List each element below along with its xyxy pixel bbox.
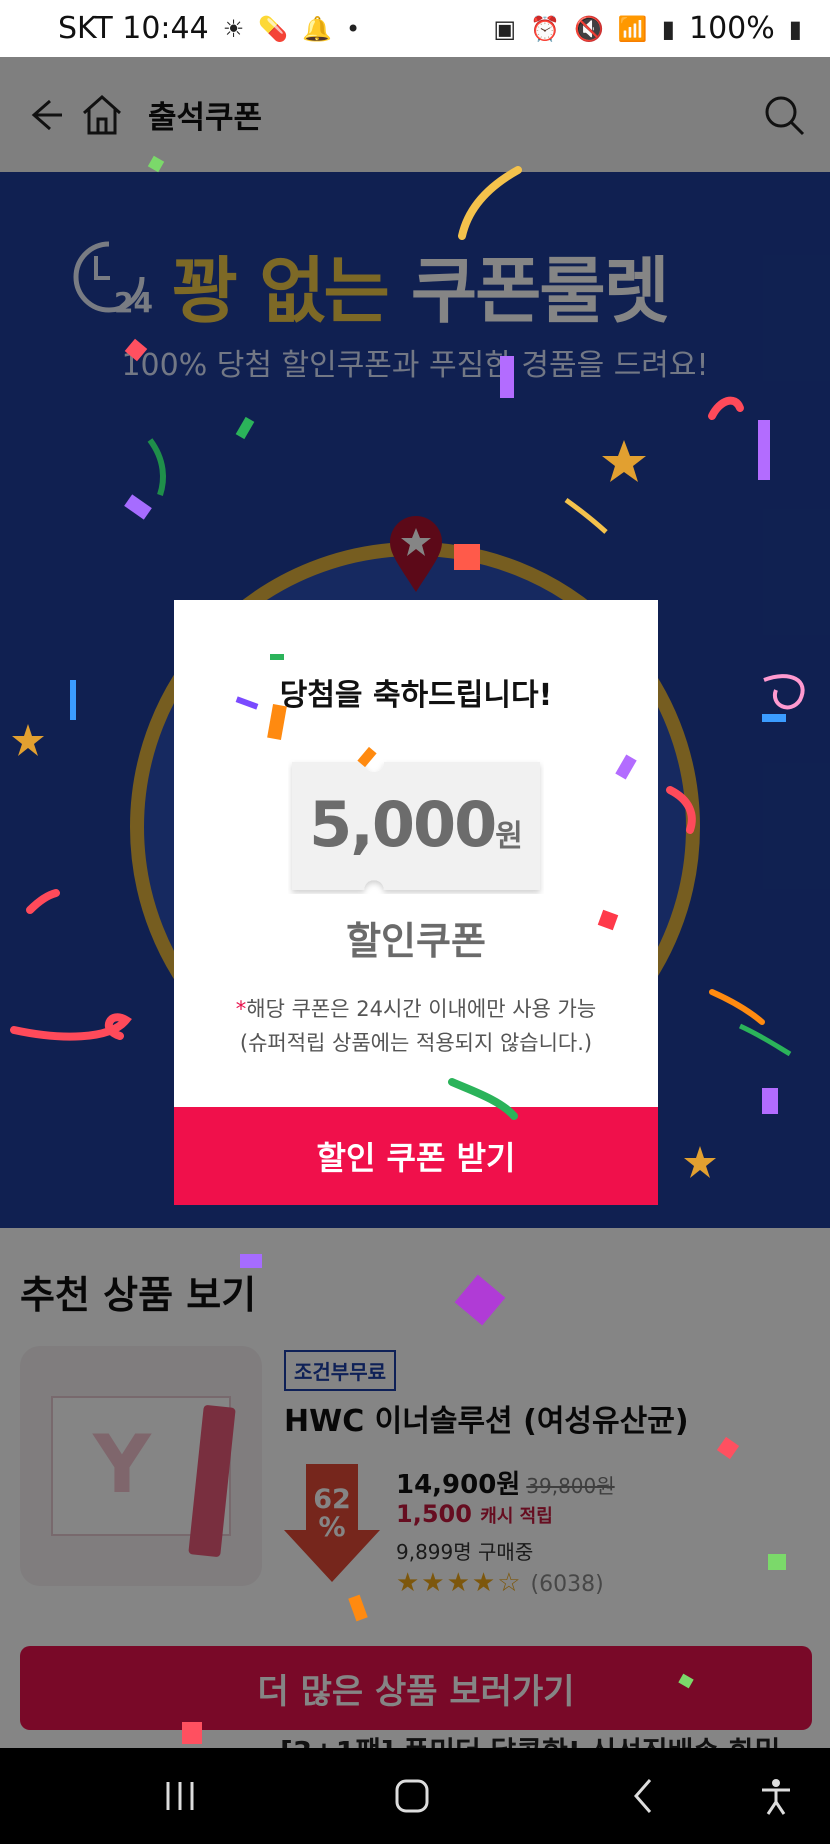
note-line1: 해당 쿠폰은 24시간 이내에만 사용 가능 bbox=[246, 997, 597, 1021]
coupon-unit: 원 bbox=[495, 819, 523, 854]
coupon-amount: 5,000 bbox=[309, 788, 497, 861]
system-nav-bar bbox=[0, 1748, 830, 1844]
battery-percent: 100% bbox=[689, 11, 775, 46]
alarm-icon: ⏰ bbox=[530, 14, 560, 43]
congrats-text: 당첨을 축하드립니다! bbox=[279, 678, 553, 713]
mute-icon: 🔇 bbox=[574, 14, 604, 43]
pill-icon: 💊 bbox=[258, 14, 289, 43]
bell-icon: 🔔 bbox=[302, 14, 332, 43]
note-mark: * bbox=[235, 997, 247, 1021]
coupon-note: *해당 쿠폰은 24시간 이내에만 사용 가능 (슈퍼적립 상품에는 적용되지 … bbox=[174, 992, 658, 1060]
claim-coupon-button[interactable]: 할인 쿠폰 받기 bbox=[174, 1107, 658, 1205]
battery-icon: ▮ bbox=[788, 14, 802, 43]
coupon-type: 할인쿠폰 bbox=[346, 919, 486, 963]
battery-saver-icon: ▣ bbox=[493, 14, 517, 43]
dot-icon: • bbox=[346, 14, 361, 43]
wifi-icon: 📶 bbox=[617, 14, 648, 43]
carrier-time: SKT 10:44 bbox=[58, 11, 209, 46]
signal-icon: ▮ bbox=[661, 14, 675, 43]
coupon-ticket: 5,000원 bbox=[288, 758, 544, 894]
accessibility-icon[interactable] bbox=[746, 1766, 806, 1826]
home-nav-icon[interactable] bbox=[382, 1766, 442, 1826]
recent-apps-icon[interactable] bbox=[150, 1766, 210, 1826]
status-bar: SKT 10:44 ☀ 💊 🔔 • ▣ ⏰ 🔇 📶 ▮ 100% ▮ bbox=[0, 0, 830, 57]
back-nav-icon[interactable] bbox=[614, 1766, 674, 1826]
sun-icon: ☀ bbox=[222, 14, 245, 43]
note-line2: (슈퍼적립 상품에는 적용되지 않습니다.) bbox=[239, 1031, 593, 1055]
coupon-modal: 당첨을 축하드립니다! 5,000원 할인쿠폰 *해당 쿠폰은 24시간 이내에… bbox=[174, 600, 658, 1205]
